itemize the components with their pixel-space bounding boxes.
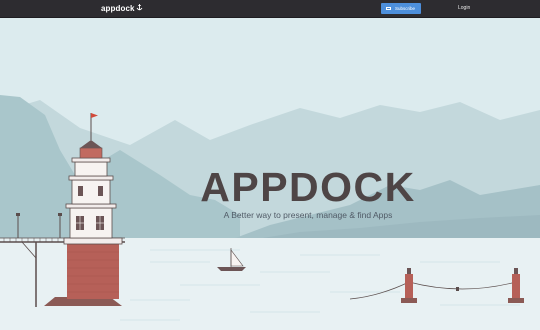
subscribe-button[interactable]: Subscribe [381, 3, 421, 14]
hero-subtitle: A Better way to present, manage & find A… [223, 210, 393, 220]
hero-title: APPDOCK [200, 164, 416, 210]
logo-text: appdock [101, 4, 135, 13]
mail-icon [386, 6, 391, 11]
app-logo[interactable]: appdock [101, 3, 143, 15]
subscribe-label: Subscribe [395, 6, 416, 11]
top-nav-bar: appdock Subscribe Login [0, 0, 540, 18]
login-link[interactable]: Login [458, 3, 470, 14]
anchor-icon [136, 3, 143, 15]
